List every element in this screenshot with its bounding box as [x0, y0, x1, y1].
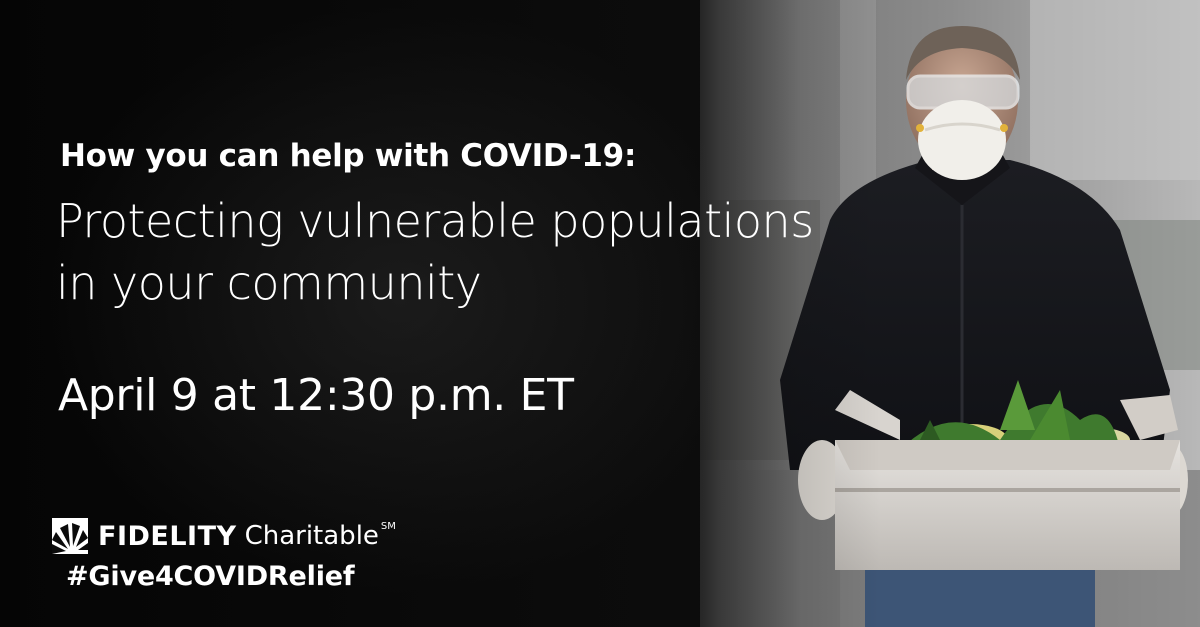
headline-line-1: Protecting vulnerable populations	[56, 194, 814, 248]
promo-banner: How you can help with COVID-19: Protecti…	[0, 0, 1200, 627]
fidelity-charitable-logo: FIDELITY Charitable SM	[52, 517, 396, 555]
headline-line-2: in your community	[56, 256, 482, 310]
hashtag: #Give4COVIDRelief	[66, 561, 355, 592]
event-date: April 9 at 12:30 p.m. ET	[58, 370, 574, 421]
logo-name-bold: FIDELITY	[98, 520, 237, 552]
logo-name-light: Charitable	[244, 521, 379, 551]
service-mark: SM	[380, 521, 396, 532]
eyebrow-heading: How you can help with COVID-19:	[60, 138, 637, 174]
headline: Protecting vulnerable populations in you…	[56, 190, 1036, 314]
fidelity-sunburst-icon	[52, 518, 88, 554]
